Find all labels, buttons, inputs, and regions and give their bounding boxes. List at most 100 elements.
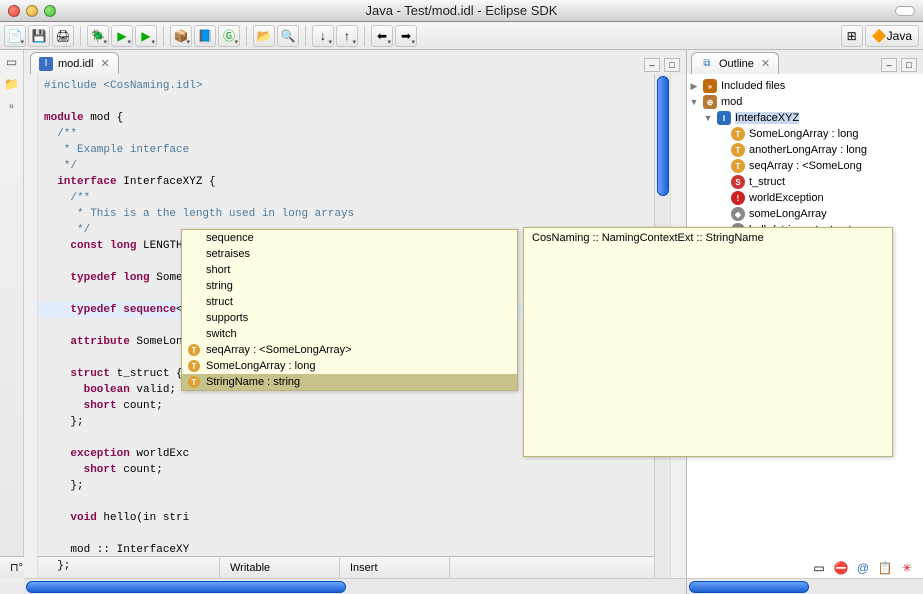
autocomplete-item-label: seqArray : <SomeLongArray> bbox=[206, 344, 352, 356]
outline-node-label: SomeLongArray : long bbox=[749, 128, 858, 140]
code-line[interactable] bbox=[44, 94, 648, 110]
print-button[interactable]: 🖨 bbox=[52, 25, 74, 47]
annotation-next-button[interactable]: ↑▾ bbox=[336, 25, 358, 47]
code-line[interactable]: /** bbox=[44, 190, 648, 206]
status-progress-icon[interactable]: ✳ bbox=[899, 560, 915, 576]
autocomplete-item[interactable]: struct bbox=[182, 294, 517, 310]
outline-node[interactable]: ◆someLongArray bbox=[689, 206, 921, 222]
inc-icon: » bbox=[703, 79, 717, 93]
code-line[interactable]: */ bbox=[44, 158, 648, 174]
code-line[interactable] bbox=[44, 526, 648, 542]
annotation-prev-button[interactable]: ↓▾ bbox=[312, 25, 334, 47]
autocomplete-item-label: switch bbox=[206, 328, 237, 340]
code-line[interactable]: mod :: InterfaceXY bbox=[44, 542, 648, 558]
rail-restore-icon[interactable]: ▭ bbox=[4, 54, 20, 70]
new-button[interactable]: 📄▾ bbox=[4, 25, 26, 47]
intf-icon: I bbox=[717, 111, 731, 125]
autocomplete-item[interactable]: supports bbox=[182, 310, 517, 326]
perspective-switcher: ⊞ 🔶 Java bbox=[841, 25, 919, 47]
status-restore-icon[interactable]: ▭ bbox=[811, 560, 827, 576]
run-last-button[interactable]: ▶▾ bbox=[135, 25, 157, 47]
disclosure-triangle-icon[interactable]: ▶ bbox=[689, 81, 699, 92]
code-line[interactable]: }; bbox=[44, 478, 648, 494]
autocomplete-item[interactable]: string bbox=[182, 278, 517, 294]
code-line[interactable]: * Example interface bbox=[44, 142, 648, 158]
code-line[interactable]: short count; bbox=[44, 462, 648, 478]
outline-node[interactable]: !worldException bbox=[689, 190, 921, 206]
close-tab-icon[interactable]: ✕ bbox=[100, 57, 109, 70]
outline-node[interactable]: TSomeLongArray : long bbox=[689, 126, 921, 142]
T-icon: T bbox=[731, 159, 745, 173]
outline-horizontal-scrollbar[interactable] bbox=[687, 578, 923, 594]
editor-tab-label: mod.idl bbox=[58, 58, 93, 70]
outline-node[interactable]: TseqArray : <SomeLong bbox=[689, 158, 921, 174]
outline-node[interactable]: ▼⊕mod bbox=[689, 94, 921, 110]
outline-node-label: t_struct bbox=[749, 176, 785, 188]
perspective-java[interactable]: 🔶 Java bbox=[865, 25, 919, 47]
code-line[interactable]: void hello(in stri bbox=[44, 510, 648, 526]
disclosure-triangle-icon[interactable]: ▼ bbox=[689, 97, 699, 107]
autocomplete-item[interactable]: setraises bbox=[182, 246, 517, 262]
code-line[interactable]: }; bbox=[44, 558, 648, 574]
editor-tab-mod-idl[interactable]: I mod.idl ✕ bbox=[30, 52, 119, 74]
code-line[interactable]: /** bbox=[44, 126, 648, 142]
outline-node[interactable]: ▶»Included files bbox=[689, 78, 921, 94]
autocomplete-item[interactable]: TseqArray : <SomeLongArray> bbox=[182, 342, 517, 358]
type-icon: T bbox=[188, 376, 200, 388]
open-type-button[interactable]: 📂 bbox=[253, 25, 275, 47]
autocomplete-item[interactable]: switch bbox=[182, 326, 517, 342]
toolbar-separator bbox=[305, 26, 306, 46]
debug-button[interactable]: 🪲▾ bbox=[87, 25, 109, 47]
minimize-editor-icon[interactable]: – bbox=[644, 58, 660, 72]
nav-forward-button[interactable]: ➡▾ bbox=[395, 25, 417, 47]
outline-node[interactable]: TanotherLongArray : long bbox=[689, 142, 921, 158]
outline-tab[interactable]: ⧉ Outline ✕ bbox=[691, 52, 779, 74]
new-package-button[interactable]: 📦▾ bbox=[170, 25, 192, 47]
titlebar-pill[interactable] bbox=[895, 6, 915, 16]
new-class-button[interactable]: Ⓖ▾ bbox=[218, 25, 240, 47]
new-type-button[interactable]: 📘 bbox=[194, 25, 216, 47]
minimize-outline-icon[interactable]: – bbox=[881, 58, 897, 72]
code-line[interactable]: interface InterfaceXYZ { bbox=[44, 174, 648, 190]
search-button[interactable]: 🔍 bbox=[277, 25, 299, 47]
autocomplete-item-label: string bbox=[206, 280, 233, 292]
autocomplete-item[interactable]: TStringName : string bbox=[182, 374, 517, 390]
idl-file-icon: I bbox=[39, 57, 53, 71]
mod-icon: ⊕ bbox=[703, 95, 717, 109]
editor-horizontal-scrollbar[interactable] bbox=[24, 578, 686, 594]
toolbar-separator bbox=[163, 26, 164, 46]
outline-node[interactable]: ▼ I InterfaceXYZ bbox=[689, 110, 921, 126]
status-problems-icon[interactable]: ⛔ bbox=[833, 560, 849, 576]
rail-package-explorer-icon[interactable]: 📁 bbox=[4, 76, 20, 92]
maximize-editor-icon[interactable]: □ bbox=[664, 58, 680, 72]
code-line[interactable] bbox=[44, 494, 648, 510]
outline-node-label: InterfaceXYZ bbox=[735, 112, 799, 124]
save-button[interactable]: 💾 bbox=[28, 25, 50, 47]
content-assist-popup[interactable]: sequence setraises short string structsuppor… bbox=[181, 229, 518, 391]
toolbar-separator bbox=[80, 26, 81, 46]
run-button[interactable]: ▶▾ bbox=[111, 25, 133, 47]
code-line[interactable]: #include <CosNaming.idl> bbox=[44, 78, 648, 94]
autocomplete-item[interactable]: short bbox=[182, 262, 517, 278]
code-line[interactable]: module mod { bbox=[44, 110, 648, 126]
outline-icon: ⧉ bbox=[700, 57, 714, 71]
status-javadoc-icon[interactable]: @ bbox=[855, 560, 871, 576]
T-icon: T bbox=[731, 143, 745, 157]
status-declaration-icon[interactable]: 📋 bbox=[877, 560, 893, 576]
content-assist-doc-popup: CosNaming :: NamingContextExt :: StringN… bbox=[523, 227, 893, 457]
disclosure-triangle-icon[interactable]: ▼ bbox=[703, 113, 713, 123]
rail-hierarchy-icon[interactable]: ∘ bbox=[4, 98, 20, 114]
maximize-outline-icon[interactable]: □ bbox=[901, 58, 917, 72]
autocomplete-item-label: sequence bbox=[206, 232, 254, 244]
autocomplete-item-label: short bbox=[206, 264, 230, 276]
nav-back-button[interactable]: ⬅▾ bbox=[371, 25, 393, 47]
autocomplete-item[interactable]: sequence bbox=[182, 230, 517, 246]
autocomplete-item-label: setraises bbox=[206, 248, 250, 260]
editor-left-ruler[interactable] bbox=[24, 74, 38, 578]
open-perspective-button[interactable]: ⊞ bbox=[841, 25, 863, 47]
outline-node[interactable]: St_struct bbox=[689, 174, 921, 190]
close-outline-icon[interactable]: ✕ bbox=[761, 57, 770, 70]
autocomplete-item[interactable]: TSomeLongArray : long bbox=[182, 358, 517, 374]
left-trim: ▭ 📁 ∘ bbox=[0, 50, 24, 556]
code-line[interactable]: * This is a the length used in long arra… bbox=[44, 206, 648, 222]
